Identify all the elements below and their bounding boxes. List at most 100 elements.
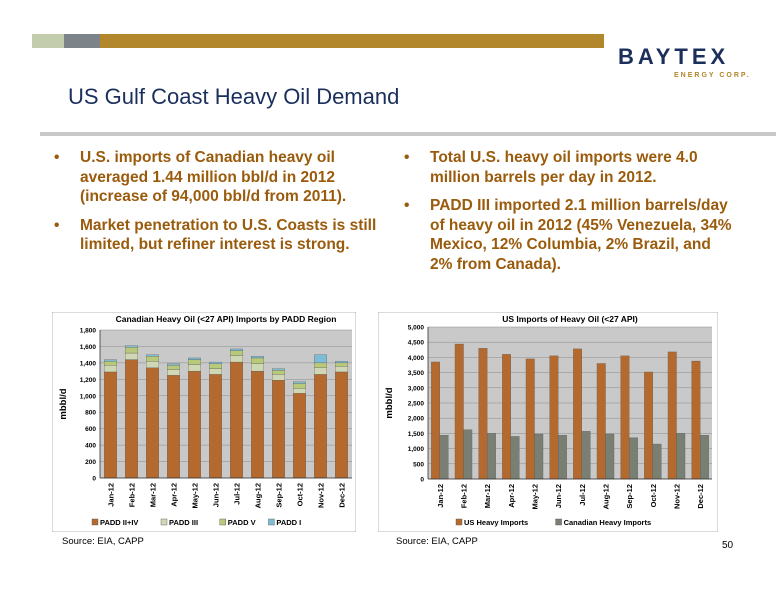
bar [620,355,630,480]
bar-segment [209,361,222,364]
page-title: US Gulf Coast Heavy Oil Demand [68,84,400,109]
bullet-text: PADD III imported 2.1 million barrels/da… [430,197,732,273]
bar-segment [104,371,117,479]
bar-segment [314,354,327,364]
x-tick-label: Apr-12 [507,484,516,508]
bullet-item: • Total U.S. heavy oil imports were 4.0 m… [404,148,734,187]
y-tick-label: 400 [85,443,96,450]
legend-label: PADD V [228,518,256,527]
x-tick-label: Jun-12 [212,483,221,507]
x-tick-label: Feb-12 [460,484,469,508]
bar [478,348,488,480]
x-tick-label: Jan-12 [107,483,116,507]
bar-segment [251,363,264,372]
legend-label: Canadian Heavy Imports [564,518,652,527]
accent-segment-white [0,34,32,48]
bar-segment [167,365,180,370]
bar-segment [335,362,348,367]
x-tick-label: Jun-12 [554,484,563,508]
bar-segment [104,359,117,362]
bar [573,348,582,480]
y-axis-label: mbbl/d [58,388,69,419]
page-number: 50 [722,540,734,551]
bar-segment [125,345,138,348]
bar [431,361,440,480]
chart-title: US Imports of Heavy Oil (<27 API) [502,314,638,324]
x-tick-label: Feb-12 [128,483,137,507]
bar [439,435,449,480]
legend-swatch [91,518,99,526]
bullet-glyph: • [54,216,60,234]
x-tick-label: Oct-12 [296,483,305,506]
y-tick-label: 600 [85,426,96,433]
bar-segment [293,381,306,384]
y-tick-label: 800 [85,410,96,417]
y-tick-label: 1,200 [80,377,97,384]
bar-segment [335,371,348,479]
bar-segment [104,365,117,373]
legend-label: PADD III [169,518,198,527]
bar [596,363,606,480]
x-tick-label: Sep-12 [625,484,634,509]
bar [667,351,677,480]
x-tick-label: Sep-12 [275,483,284,508]
bar [487,433,496,480]
bar-segment [167,375,180,479]
bar [652,443,662,480]
bar-segment [146,361,159,368]
bullet-glyph: • [404,197,410,214]
bar-segment [230,350,243,356]
x-tick-label: Dec-12 [338,483,347,508]
x-tick-label: Mar-12 [483,484,492,508]
y-tick-label: 1,000 [408,446,425,453]
bar-segment [125,352,138,360]
x-tick-label: Apr-12 [170,483,179,507]
bar-segment [251,370,264,479]
bar [454,343,464,480]
x-tick-label: Nov-12 [673,484,682,509]
bar-segment [314,367,327,375]
logo-subtitle: ENERGY CORP. [674,72,751,79]
y-tick-label: 3,000 [408,385,425,392]
bullet-text: Market penetration to U.S. Coasts is sti… [80,216,377,254]
bar-segment [272,368,285,371]
bar-segment [188,359,201,365]
legend-label: PADD II+IV [100,518,138,527]
bullet-item: • PADD III imported 2.1 million barrels/d… [404,196,734,274]
bar-segment [125,359,138,479]
accent-segment-sage [32,34,64,48]
logo-wordmark: BAYTEX [618,44,730,69]
y-tick-label: 1,000 [80,393,97,400]
bullet-text: Total U.S. heavy oil imports were 4.0 mi… [430,149,698,186]
y-tick-label: 5,000 [408,325,425,332]
bar [676,433,686,480]
bar [605,433,615,480]
bar-segment [104,361,117,366]
y-tick-label: 4,000 [408,355,425,362]
y-tick-label: 2,000 [408,416,425,423]
y-tick-label: 200 [85,459,96,466]
bar-segment [251,357,264,364]
accent-segment-gold [100,34,604,48]
bar [549,355,559,480]
y-tick-label: 3,500 [408,370,425,377]
legend-swatch [455,518,463,526]
bar [691,360,701,480]
bar-segment [209,363,222,369]
bar [534,433,544,480]
chart-title: Canadian Heavy Oil (<27 API) Imports by … [116,314,337,324]
y-tick-label: 1,800 [80,328,97,335]
bar-segment [335,366,348,373]
bar-segment [293,393,306,479]
bar-segment [146,356,159,362]
bullet-glyph: • [54,149,60,166]
title-divider [40,132,776,136]
canadian-heavy-oil-chart: Canadian Heavy Oil (<27 API) Imports by … [52,312,356,532]
x-tick-label: Nov-12 [317,483,326,508]
bar-segment [335,361,348,364]
bar [700,435,709,480]
bar [581,431,591,480]
bar-segment [230,348,243,351]
bar-segment [272,380,285,479]
x-tick-label: Jul-12 [233,483,242,505]
